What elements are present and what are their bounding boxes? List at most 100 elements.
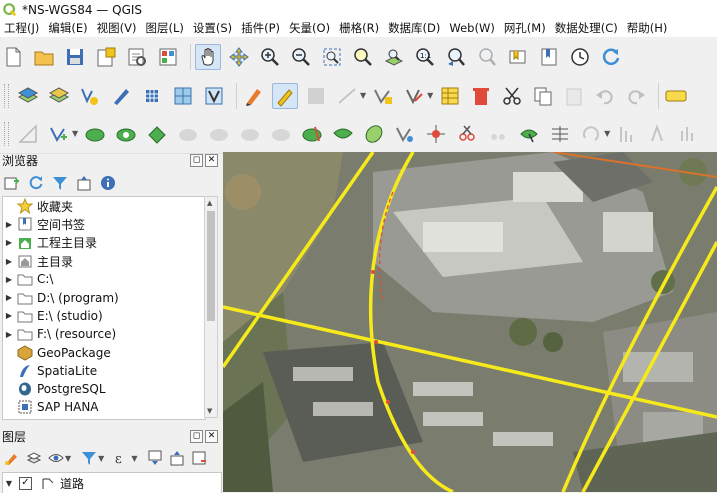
zoom-in-icon[interactable] xyxy=(257,44,283,70)
expand-arrow-icon[interactable]: ▶ xyxy=(3,330,15,339)
pan-to-selection-icon[interactable] xyxy=(226,44,252,70)
tree-item-drive-d[interactable]: ▶ D:\ (program) xyxy=(3,288,205,306)
menu-layer[interactable]: 图层(L) xyxy=(141,20,188,36)
dropdown-arrow-icon[interactable]: ▼ xyxy=(604,129,610,138)
menu-view[interactable]: 视图(V) xyxy=(93,20,142,36)
zoom-next-icon[interactable] xyxy=(474,44,500,70)
tree-item-drive-c[interactable]: ▶ C:\ xyxy=(3,270,205,288)
expand-all-icon[interactable] xyxy=(147,450,163,466)
menu-project[interactable]: 工程(J) xyxy=(0,20,44,36)
menu-processing[interactable]: 数据处理(C) xyxy=(551,20,623,36)
copy-features-icon[interactable] xyxy=(530,83,556,109)
filter-legend-icon[interactable] xyxy=(81,450,97,466)
zoom-to-native-icon[interactable]: 1:1 xyxy=(412,44,438,70)
style-manager-icon[interactable] xyxy=(155,44,181,70)
collapse-all-icon[interactable] xyxy=(169,450,185,466)
new-print-layout-icon[interactable] xyxy=(93,44,119,70)
tree-item-project-home[interactable]: ▶ 工程主目录 xyxy=(3,234,205,252)
menu-vector[interactable]: 矢量(O) xyxy=(285,20,335,36)
trim-extend-icon[interactable] xyxy=(454,121,480,147)
attribute-table-icon[interactable] xyxy=(437,83,463,109)
add-virtual-layer-icon[interactable] xyxy=(201,83,227,109)
split-features-icon[interactable] xyxy=(299,121,325,147)
data-source-manager-icon[interactable] xyxy=(15,83,41,109)
tree-item-home[interactable]: ▶ 主目录 xyxy=(3,252,205,270)
layout-manager-icon[interactable] xyxy=(124,44,150,70)
save-project-icon[interactable] xyxy=(62,44,88,70)
layer-name[interactable]: 道路 xyxy=(60,475,84,492)
pan-hand-icon[interactable] xyxy=(195,43,221,70)
tree-item-spatialite[interactable]: SpatiaLite xyxy=(3,362,205,380)
filter-expression-icon[interactable]: ε xyxy=(114,450,130,466)
vertex-tool-icon[interactable] xyxy=(370,83,396,109)
save-edits-icon[interactable] xyxy=(303,83,329,109)
menu-plugins[interactable]: 插件(P) xyxy=(237,20,285,36)
menu-edit[interactable]: 编辑(E) xyxy=(44,20,92,36)
zoom-last-icon[interactable] xyxy=(443,44,469,70)
add-raster-layer-icon[interactable] xyxy=(139,83,165,109)
menu-raster[interactable]: 栅格(R) xyxy=(335,20,384,36)
reshape-icon[interactable] xyxy=(237,121,263,147)
pencil-edit-icon[interactable] xyxy=(272,82,298,109)
offset-curve-icon[interactable] xyxy=(268,121,294,147)
scroll-up-icon[interactable]: ▲ xyxy=(207,199,212,207)
zoom-out-icon[interactable] xyxy=(288,44,314,70)
measure-icon[interactable] xyxy=(614,121,640,147)
zoom-to-layer-icon[interactable] xyxy=(381,44,407,70)
simplify-icon[interactable] xyxy=(516,121,542,147)
dropdown-arrow-icon[interactable]: ▼ xyxy=(65,454,71,463)
redo-icon[interactable] xyxy=(623,83,649,109)
info-icon[interactable] xyxy=(100,175,116,191)
style-layer-icon[interactable] xyxy=(4,450,20,466)
tree-item-drive-e[interactable]: ▶ E:\ (studio) xyxy=(3,307,205,325)
expand-arrow-icon[interactable]: ▶ xyxy=(3,293,15,302)
zoom-full-icon[interactable] xyxy=(319,44,345,70)
tree-item-spatial-bookmarks[interactable]: ▶ 空间书签 xyxy=(3,215,205,233)
profile-icon[interactable] xyxy=(645,121,671,147)
align-rasters-icon[interactable] xyxy=(547,121,573,147)
expand-arrow-icon[interactable]: ▶ xyxy=(3,220,15,229)
refresh-icon[interactable] xyxy=(598,44,624,70)
new-project-icon[interactable] xyxy=(0,44,26,70)
open-project-icon[interactable] xyxy=(31,44,57,70)
collapse-all-icon[interactable] xyxy=(76,175,92,191)
toolbar-grip[interactable] xyxy=(4,121,9,146)
label-tool-icon[interactable] xyxy=(663,83,689,109)
float-panel-button[interactable]: ◻ xyxy=(190,429,203,443)
float-panel-button[interactable]: ◻ xyxy=(190,153,203,167)
satellite-map-image[interactable] xyxy=(223,152,717,492)
add-line-icon[interactable] xyxy=(334,83,360,109)
cad-tools-icon[interactable] xyxy=(15,121,41,147)
expand-arrow-icon[interactable]: ▼ xyxy=(3,479,15,488)
dropdown-arrow-icon[interactable]: ▼ xyxy=(98,454,104,463)
fill-ring-icon[interactable] xyxy=(144,121,170,147)
tree-item-geopackage[interactable]: GeoPackage xyxy=(3,343,205,361)
digitize-icon[interactable] xyxy=(108,83,134,109)
new-bookmark-icon[interactable] xyxy=(505,44,531,70)
tree-item-favorites[interactable]: 收藏夹 xyxy=(3,197,205,215)
menu-settings[interactable]: 设置(S) xyxy=(189,20,237,36)
elevation-icon[interactable] xyxy=(676,121,702,147)
undo-icon[interactable] xyxy=(592,83,618,109)
eye-icon[interactable] xyxy=(48,450,64,466)
rotate-feature-icon[interactable] xyxy=(578,121,604,147)
filter-icon[interactable] xyxy=(52,175,68,191)
merge-features-icon[interactable] xyxy=(361,121,387,147)
add-part-icon[interactable] xyxy=(113,121,139,147)
snapping-icon[interactable] xyxy=(423,121,449,147)
toggle-editing-icon[interactable] xyxy=(241,83,267,109)
menu-web[interactable]: Web(W) xyxy=(445,21,499,35)
add-group-icon[interactable] xyxy=(26,450,42,466)
expand-arrow-icon[interactable]: ▶ xyxy=(3,311,15,320)
reverse-line-icon[interactable] xyxy=(485,121,511,147)
new-layer-icon[interactable] xyxy=(46,83,72,109)
close-panel-button[interactable]: ✕ xyxy=(205,429,218,443)
tree-item-drive-f[interactable]: ▶ F:\ (resource) xyxy=(3,325,205,343)
zoom-to-selection-icon[interactable] xyxy=(350,44,376,70)
cut-features-icon[interactable] xyxy=(499,83,525,109)
close-panel-button[interactable]: ✕ xyxy=(205,153,218,167)
split-parts-icon[interactable] xyxy=(330,121,356,147)
menu-mesh[interactable]: 网孔(M) xyxy=(500,20,551,36)
toolbar-grip[interactable] xyxy=(4,83,9,108)
layer-visibility-checkbox[interactable]: ✓ xyxy=(19,476,32,490)
